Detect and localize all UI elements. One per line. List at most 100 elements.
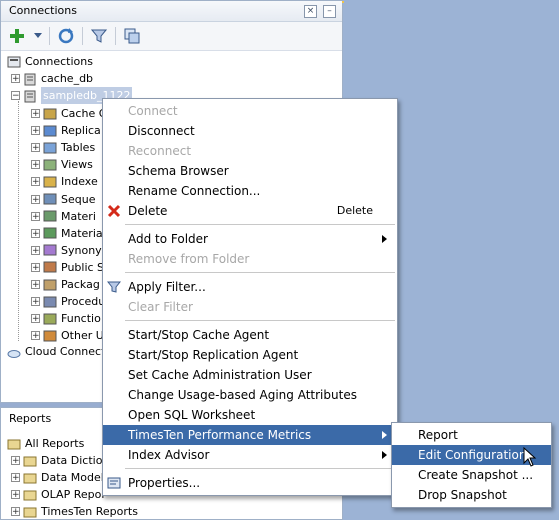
reports-tree-item[interactable]: + Data Dictio [11,452,102,469]
schema-browser-button[interactable] [122,26,142,46]
menu-item-reconnect[interactable]: Reconnect [103,141,397,161]
tree-node-label: cache_db [41,72,94,85]
menu-item-schema-browser[interactable]: Schema Browser [103,161,397,181]
tree-root-connections[interactable]: Connections [7,53,93,70]
menu-item-start-stop-replication-agent[interactable]: Start/Stop Replication Agent [103,345,397,365]
submenu-item-report[interactable]: Report [392,425,551,445]
expand-icon[interactable]: + [31,177,40,187]
tree-node-label: Seque [61,192,96,206]
node-type-icon [43,142,57,154]
tree-guide-line [18,101,19,341]
reports-tree-item[interactable]: + OLAP Repor [11,486,106,503]
tree-child-node[interactable]: + Packag [31,276,100,293]
tree-child-node[interactable]: + Seque [31,191,95,208]
tree-node-label: Functio [61,312,101,326]
tree-child-node[interactable]: + Views [31,156,93,173]
database-connection-icon [24,90,36,102]
filter-button[interactable] [89,26,109,46]
expand-icon[interactable]: + [11,490,20,500]
node-type-icon [43,125,57,137]
expand-icon[interactable]: + [31,331,40,341]
database-connection-icon [24,73,36,85]
menu-item-rename-connection[interactable]: Rename Connection... [103,181,397,201]
delete-icon [107,204,121,218]
expand-icon[interactable]: + [11,74,20,84]
tree-node-cloud-connections[interactable]: Cloud Connectio [7,343,115,360]
node-type-icon [43,227,57,239]
tree-root-label: Connections [25,55,93,68]
node-type-icon [43,176,57,188]
add-connection-button[interactable] [7,26,27,46]
reports-tree-item[interactable]: + TimesTen Reports [11,503,138,520]
folder-icon [23,456,37,466]
refresh-button[interactable] [56,26,76,46]
tree-node-label: Data Dictio [41,454,103,467]
tree-node-label: Materia [61,226,103,240]
expand-icon[interactable]: + [31,297,40,307]
expand-icon[interactable]: + [31,211,40,221]
node-type-icon [43,193,57,205]
menu-item-label: Open SQL Worksheet [128,408,256,422]
tree-child-node[interactable]: + Materi [31,208,96,225]
expand-icon[interactable]: + [31,194,40,204]
add-dropdown-icon[interactable] [33,26,43,46]
folder-icon [23,490,37,500]
tree-child-node[interactable]: + Functio [31,310,101,327]
menu-item-set-cache-admin-user[interactable]: Set Cache Administration User [103,365,397,385]
node-type-icon [43,296,57,308]
expand-icon[interactable]: + [31,245,40,255]
submenu-arrow-icon [382,451,387,459]
tree-child-node[interactable]: + Procedu [31,293,105,310]
expand-icon[interactable]: + [31,280,40,290]
menu-separator [125,272,395,273]
menu-item-index-advisor[interactable]: Index Advisor [103,445,397,465]
menu-item-accelerator: Delete [336,204,373,217]
menu-item-apply-filter[interactable]: Apply Filter... [103,277,397,297]
tree-node-label: Synony [61,243,102,257]
reports-tree-item[interactable]: + Data Model [11,469,104,486]
expand-icon[interactable]: + [11,473,20,483]
minimize-icon[interactable]: – [323,5,336,18]
menu-item-disconnect[interactable]: Disconnect [103,121,397,141]
connections-panel-title[interactable]: Connections × – [1,1,342,22]
toolbar-separator [82,27,83,45]
menu-item-open-sql-worksheet[interactable]: Open SQL Worksheet [103,405,397,425]
menu-item-clear-filter[interactable]: Clear Filter [103,297,397,317]
menu-item-timesten-perf-metrics[interactable]: TimesTen Performance Metrics [103,425,397,445]
expand-icon[interactable]: + [31,143,40,153]
folder-icon [23,507,37,517]
reports-root[interactable]: All Reports [7,435,84,452]
close-icon[interactable]: × [304,5,317,18]
collapse-icon[interactable]: − [11,91,20,101]
node-type-icon [43,210,57,222]
expand-icon[interactable]: + [31,262,40,272]
expand-icon[interactable]: + [31,228,40,238]
tree-child-node[interactable]: + Replica [31,122,101,139]
schema-browser-icon [124,28,140,44]
submenu-item-create-snapshot[interactable]: Create Snapshot ... [392,465,551,485]
expand-icon[interactable]: + [11,507,20,517]
submenu-item-drop-snapshot[interactable]: Drop Snapshot [392,485,551,505]
tree-child-node[interactable]: + Other U [31,327,104,344]
reports-folder-icon [7,439,21,449]
tree-child-node[interactable]: + Synony [31,242,102,259]
menu-item-properties[interactable]: Properties... [103,473,397,493]
tree-child-node[interactable]: + Tables [31,139,95,156]
tree-child-node[interactable]: + Public S [31,259,104,276]
menu-item-start-stop-cache-agent[interactable]: Start/Stop Cache Agent [103,325,397,345]
expand-icon[interactable]: + [31,109,40,119]
menu-item-change-aging[interactable]: Change Usage-based Aging Attributes [103,385,397,405]
tree-child-node[interactable]: + Cache G [31,105,107,122]
tree-child-node[interactable]: + Indexe [31,173,98,190]
expand-icon[interactable]: + [31,314,40,324]
tree-node-cache-db[interactable]: + cache_db [11,70,93,87]
expand-icon[interactable]: + [11,456,20,466]
menu-item-add-to-folder[interactable]: Add to Folder [103,229,397,249]
menu-item-connect[interactable]: Connect [103,101,397,121]
menu-item-remove-from-folder[interactable]: Remove from Folder [103,249,397,269]
tree-child-node[interactable]: + Materia [31,225,103,242]
tree-node-label: Data Model [41,471,104,484]
expand-icon[interactable]: + [31,160,40,170]
menu-item-delete[interactable]: Delete Delete [103,201,397,221]
expand-icon[interactable]: + [31,126,40,136]
